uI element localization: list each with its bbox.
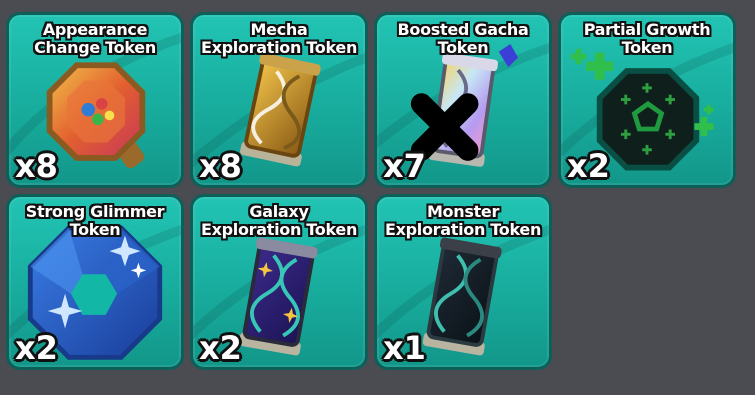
token-card-appearance-change[interactable]: Appearance Change Token x8 bbox=[6, 12, 184, 188]
token-count: x8 bbox=[199, 147, 242, 185]
token-count: x1 bbox=[383, 329, 426, 367]
inventory-grid: Appearance Change Token x8 Mecha Explora… bbox=[0, 0, 755, 395]
token-count: x2 bbox=[199, 329, 242, 367]
token-name: Galaxy Exploration Token bbox=[200, 202, 358, 239]
token-count: x2 bbox=[15, 329, 58, 367]
token-name: Monster Exploration Token bbox=[384, 202, 542, 239]
token-card-boosted-gacha[interactable]: Boosted Gacha Token x7 bbox=[374, 12, 552, 188]
token-count: x8 bbox=[15, 147, 58, 185]
token-name: Partial Growth Token bbox=[583, 20, 711, 57]
token-count: x2 bbox=[567, 147, 610, 185]
token-card-galaxy-exploration[interactable]: Galaxy Exploration Token x2 bbox=[190, 194, 368, 370]
token-card-partial-growth[interactable]: Partial Growth Token x2 bbox=[558, 12, 736, 188]
token-name: Mecha Exploration Token bbox=[200, 20, 358, 57]
token-count: x7 bbox=[383, 147, 426, 185]
token-name: Strong Glimmer Token bbox=[25, 202, 165, 239]
token-name: Boosted Gacha Token bbox=[397, 20, 529, 57]
token-card-strong-glimmer[interactable]: Strong Glimmer Token x2 bbox=[6, 194, 184, 370]
token-card-mecha-exploration[interactable]: Mecha Exploration Token x8 bbox=[190, 12, 368, 188]
token-card-monster-exploration[interactable]: Monster Exploration Token x1 bbox=[374, 194, 552, 370]
token-name: Appearance Change Token bbox=[34, 20, 156, 57]
